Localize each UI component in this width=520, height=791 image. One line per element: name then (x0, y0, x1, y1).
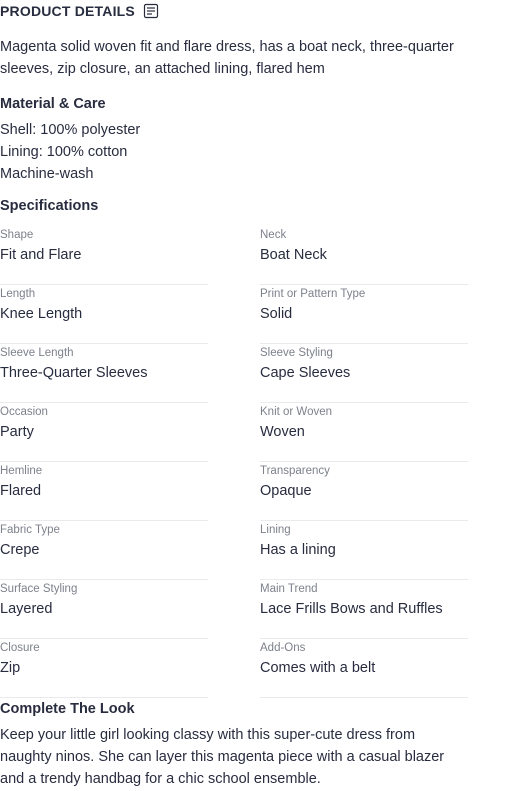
spec-row: Sleeve Length Three-Quarter Sleeves Slee… (0, 344, 470, 403)
spec-key: Occasion (0, 406, 48, 418)
specifications-heading: Specifications (0, 198, 99, 214)
spec-item-surface-styling: Surface Styling Layered (0, 580, 208, 639)
spec-row: Hemline Flared Transparency Opaque (0, 462, 470, 521)
document-list-icon (143, 3, 159, 19)
spec-row: Length Knee Length Print or Pattern Type… (0, 285, 470, 344)
spec-row: Closure Zip Add-Ons Comes with a belt (0, 639, 470, 698)
spec-value: Party (0, 424, 34, 440)
spec-value: Boat Neck (260, 247, 327, 263)
material-care-line: Lining: 100% cotton (0, 144, 128, 160)
spec-key: Shape (0, 229, 34, 241)
product-details-panel: PRODUCT DETAILS Magenta solid woven fit … (0, 0, 520, 791)
spec-item-sleeve-length: Sleeve Length Three-Quarter Sleeves (0, 344, 208, 403)
spec-value: Crepe (0, 542, 40, 558)
spec-item-fabric-type: Fabric Type Crepe (0, 521, 208, 580)
spec-item-sleeve-styling: Sleeve Styling Cape Sleeves (260, 344, 468, 403)
spec-value: Has a lining (260, 542, 336, 558)
spec-key: Hemline (0, 465, 43, 477)
spec-key: Neck (260, 229, 287, 241)
spec-key: Lining (260, 524, 291, 536)
spec-value: Zip (0, 660, 21, 676)
spec-value: Comes with a belt (260, 660, 376, 676)
spec-item-neck: Neck Boat Neck (260, 226, 468, 285)
material-care-heading: Material & Care (0, 96, 106, 112)
spec-item-hemline: Hemline Flared (0, 462, 208, 521)
spec-row: Surface Styling Layered Main Trend Lace … (0, 580, 470, 639)
spec-value: Layered (0, 601, 53, 617)
product-details-header: PRODUCT DETAILS (0, 1, 159, 21)
spec-value: Opaque (260, 483, 312, 499)
spec-value: Solid (260, 306, 293, 322)
spec-item-add-ons: Add-Ons Comes with a belt (260, 639, 468, 698)
product-description: Magenta solid woven fit and flare dress,… (0, 39, 454, 77)
spec-key: Print or Pattern Type (260, 288, 366, 300)
complete-the-look-heading: Complete The Look (0, 701, 135, 717)
spec-value: Woven (260, 424, 305, 440)
spec-key: Knit or Woven (260, 406, 333, 418)
spec-item-knit-woven: Knit or Woven Woven (260, 403, 468, 462)
complete-the-look-text: Keep your little girl looking classy wit… (0, 727, 445, 787)
spec-item-length: Length Knee Length (0, 285, 208, 344)
spec-item-shape: Shape Fit and Flare (0, 226, 208, 285)
spec-value: Flared (0, 483, 42, 499)
spec-row: Fabric Type Crepe Lining Has a lining (0, 521, 470, 580)
spec-item-closure: Closure Zip (0, 639, 208, 698)
spec-key: Sleeve Styling (260, 347, 333, 359)
spec-key: Fabric Type (0, 524, 60, 536)
material-care-list: Shell: 100% polyester Lining: 100% cotto… (0, 119, 140, 185)
spec-item-occasion: Occasion Party (0, 403, 208, 462)
spec-value: Fit and Flare (0, 247, 82, 263)
spec-row: Occasion Party Knit or Woven Woven (0, 403, 470, 462)
material-care-line: Machine-wash (0, 166, 94, 182)
spec-item-lining: Lining Has a lining (260, 521, 468, 580)
spec-key: Transparency (260, 465, 330, 477)
spec-key: Main Trend (260, 583, 318, 595)
spec-key: Surface Styling (0, 583, 78, 595)
spec-key: Length (0, 288, 36, 300)
spec-key: Sleeve Length (0, 347, 74, 359)
spec-key: Add-Ons (260, 642, 306, 654)
spec-key: Closure (0, 642, 40, 654)
spec-value: Lace Frills Bows and Ruffles (260, 601, 443, 617)
product-details-title: PRODUCT DETAILS (0, 3, 135, 19)
spec-row: Shape Fit and Flare Neck Boat Neck (0, 226, 470, 285)
spec-item-transparency: Transparency Opaque (260, 462, 468, 521)
spec-value: Cape Sleeves (260, 365, 351, 381)
spec-item-print-pattern: Print or Pattern Type Solid (260, 285, 468, 344)
specifications-grid: Shape Fit and Flare Neck Boat Neck Lengt… (0, 226, 470, 698)
spec-value: Knee Length (0, 306, 83, 322)
material-care-line: Shell: 100% polyester (0, 122, 141, 138)
spec-value: Three-Quarter Sleeves (0, 365, 148, 381)
spec-item-main-trend: Main Trend Lace Frills Bows and Ruffles (260, 580, 468, 639)
